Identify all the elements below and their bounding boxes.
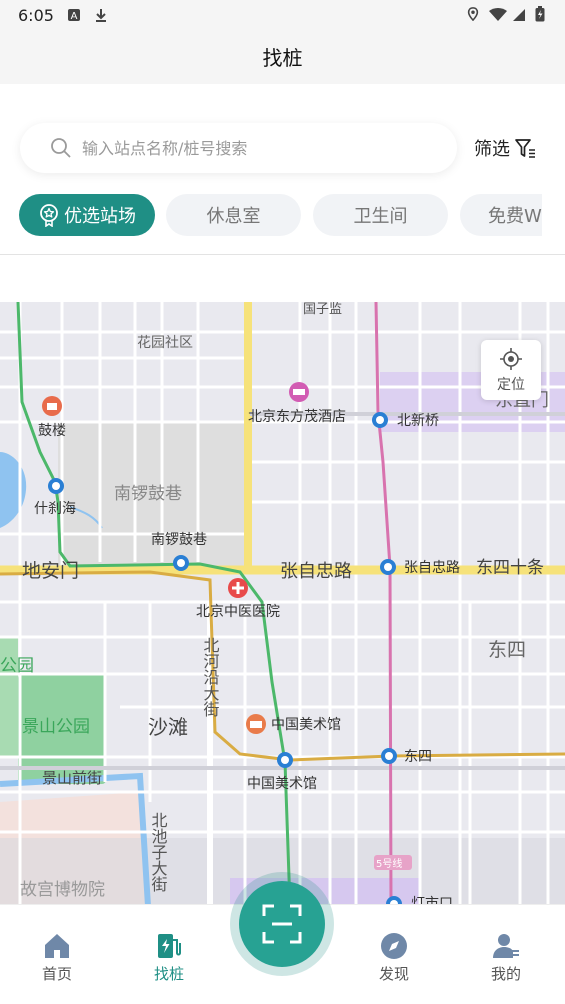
tag-label: 优选站场 [64,206,136,227]
tag-preferred-station[interactable]: 优选站场 [19,194,155,236]
charging-pile-icon [158,934,181,958]
map-label: 北京东方茂酒店 [248,408,346,425]
locate-button[interactable]: 定位 [481,340,541,400]
map-label: 南锣鼓巷 [151,532,207,548]
map-label: 张自忠路 [280,561,352,582]
notification-a-icon: A [68,9,80,22]
map-label: 花园社区 [137,335,193,351]
map-label: 鼓楼 [38,423,66,439]
home-icon [45,934,69,958]
svg-text:A: A [71,11,78,22]
landmark-poi-icon [42,396,62,416]
tab-find-pile[interactable]: 找桩 [134,931,204,984]
park-area [0,637,18,757]
badge-star-icon [40,204,58,227]
tag-free-wifi[interactable]: 免费WiFi [460,194,542,236]
map-label: 5号线 [376,857,402,870]
status-time: 6:05 [18,6,54,25]
map-label: 沙滩 [148,715,188,739]
map-label: 什刹海 [34,501,76,517]
tab-home[interactable]: 首页 [22,931,92,984]
map-label: 地安门 [22,560,79,582]
tag-label: 卫生间 [353,206,408,227]
tab-discover[interactable]: 发现 [359,931,429,984]
map-label-vertical: 北河沿大街 [201,637,220,717]
scan-icon [262,904,302,944]
hotel-poi-icon [289,382,309,402]
tag-lounge[interactable]: 休息室 [166,194,301,236]
tab-label: 发现 [378,965,409,983]
metro-station-marker [277,752,293,768]
map-label: 故宫博物院 [20,880,105,900]
museum-poi-icon [246,714,266,734]
tag-filter-row: 优选站场 休息室 卫生间 免费WiFi [0,194,542,236]
tag-restroom[interactable]: 卫生间 [313,194,448,236]
tag-label: 休息室 [206,206,261,227]
wifi-icon [489,8,507,21]
metro-station-marker [372,412,388,428]
compass-icon [381,933,407,959]
tab-label: 找桩 [153,965,184,983]
map-label: 东四 [488,639,526,661]
tab-label: 首页 [41,965,72,983]
metro-station-marker [380,559,396,575]
hospital-poi-icon [228,578,248,598]
download-icon [96,9,106,22]
map-label: 东四 [404,749,432,765]
search-input[interactable] [82,123,442,173]
filter-icon [515,139,535,158]
tag-label: 免费WiFi [488,206,542,227]
signal-icon [513,9,525,21]
search-bar[interactable] [20,123,457,173]
scan-button[interactable] [239,881,325,967]
shichahai-lake [0,452,27,528]
map-view[interactable]: 国子监 花园社区 北京东方茂酒店 北新桥 东直门 鼓楼 南锣鼓巷 什刹海 南锣鼓… [0,302,565,906]
metro-station-marker [48,478,64,494]
divider [0,254,565,255]
status-bar: 6:05 A [0,0,565,32]
tab-label: 我的 [490,965,521,983]
tab-profile[interactable]: 我的 [471,931,541,984]
map-label-vertical: 北池子大街 [149,812,168,892]
map-label: 国子监 [303,302,342,317]
battery-icon [535,6,545,22]
metro-station-marker [381,748,397,764]
locate-label: 定位 [497,377,525,393]
map-label: 南锣鼓巷 [114,484,182,504]
map-label: 北新桥 [397,413,439,429]
filter-label: 筛选 [474,139,510,160]
filter-button[interactable]: 筛选 [474,134,536,162]
map-label: 东四十条 [476,558,544,578]
map-label: 北京中医医院 [196,604,280,620]
crosshair-icon [500,348,522,370]
map-label: 中国美术馆 [247,776,317,792]
title-bar: 找桩 [0,32,565,84]
page-title: 找桩 [262,46,303,70]
map-label: 张自忠路 [404,560,460,576]
user-icon [493,934,519,958]
location-icon [467,7,479,21]
search-icon [51,138,71,158]
metro-station-marker [173,555,189,571]
map-label: 景山前街 [42,769,102,787]
map-label: 公园 [0,656,34,676]
map-label: 景山公园 [22,717,90,737]
map-label: 中国美术馆 [271,717,341,733]
